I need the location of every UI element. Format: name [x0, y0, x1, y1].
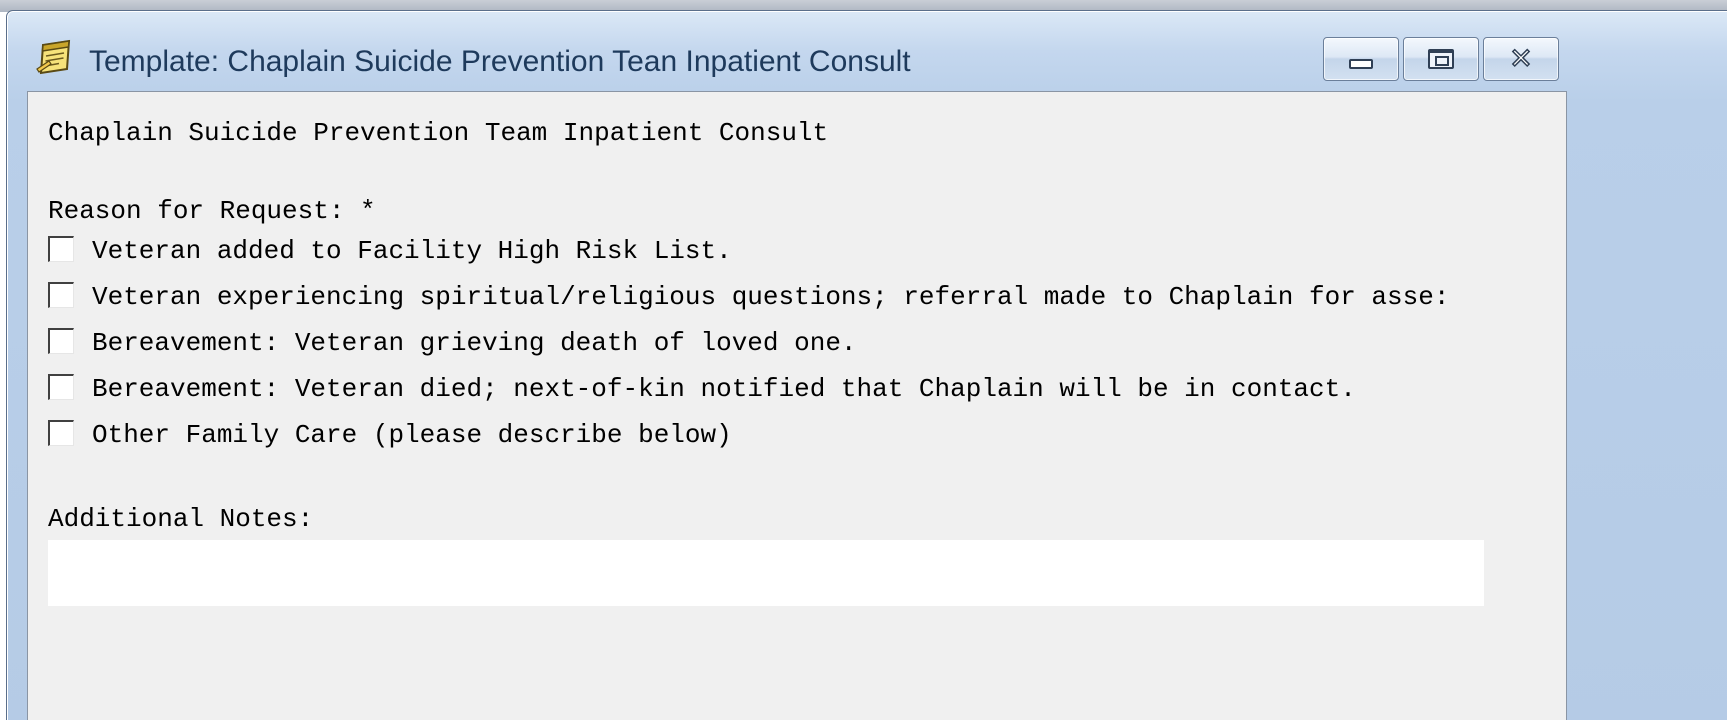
checkbox[interactable] — [48, 420, 74, 446]
reason-for-request-label: Reason for Request: * — [48, 196, 376, 226]
close-icon: ✕ — [1509, 42, 1534, 75]
option-label: Veteran added to Facility High Risk List… — [92, 236, 732, 266]
checkbox[interactable] — [48, 374, 74, 400]
option-label: Bereavement: Veteran died; next-of-kin n… — [92, 374, 1356, 404]
notepad-template-icon — [35, 39, 75, 77]
form-heading: Chaplain Suicide Prevention Team Inpatie… — [48, 118, 829, 148]
option-label: Bereavement: Veteran grieving death of l… — [92, 328, 857, 358]
title-bar[interactable]: Template: Chaplain Suicide Prevention Te… — [7, 11, 1727, 93]
consult-form: Chaplain Suicide Prevention Team Inpatie… — [28, 92, 1566, 720]
window-title: Template: Chaplain Suicide Prevention Te… — [89, 45, 911, 78]
maximize-button[interactable] — [1403, 37, 1479, 81]
template-window: Template: Chaplain Suicide Prevention Te… — [1, 1, 1727, 720]
checkbox[interactable] — [48, 236, 74, 262]
maximize-icon — [1428, 49, 1454, 69]
template-form-area: Chaplain Suicide Prevention Team Inpatie… — [27, 91, 1567, 720]
close-button[interactable]: ✕ — [1483, 37, 1559, 81]
minimize-icon — [1349, 59, 1373, 69]
additional-notes-label: Additional Notes: — [48, 504, 314, 534]
minimize-button[interactable] — [1323, 37, 1399, 81]
additional-notes-field[interactable] — [48, 540, 1484, 606]
checkbox[interactable] — [48, 328, 74, 354]
option-label: Other Family Care (please describe below… — [92, 420, 732, 450]
checkbox[interactable] — [48, 282, 74, 308]
option-label: Veteran experiencing spiritual/religious… — [92, 282, 1450, 312]
